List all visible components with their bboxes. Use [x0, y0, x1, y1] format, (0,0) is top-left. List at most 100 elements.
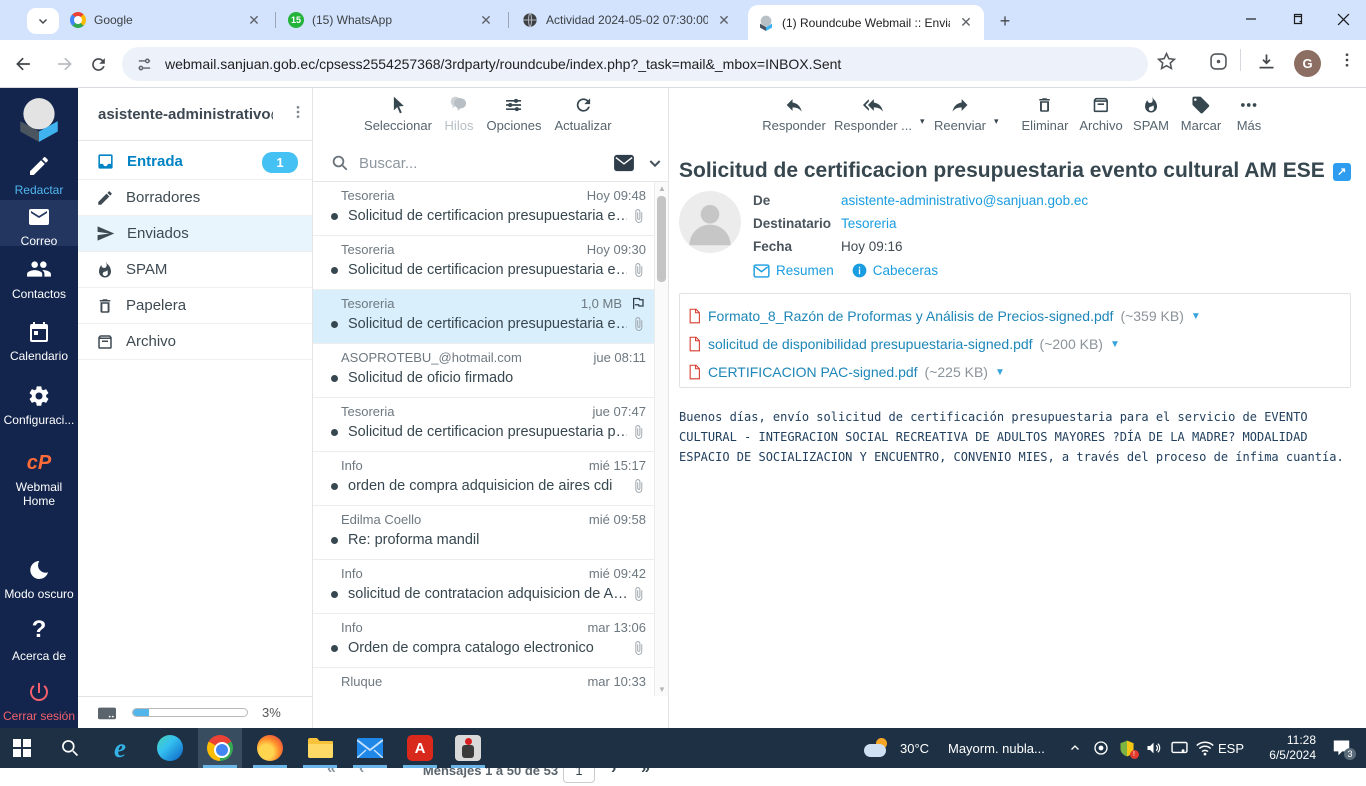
- scrollbar-thumb[interactable]: [657, 196, 666, 282]
- forward-button[interactable]: Reenviar: [934, 95, 986, 133]
- message-list-item[interactable]: Info mar 13:06 Orden de compra catalogo e…: [313, 614, 654, 668]
- reply-all-button[interactable]: Responder ...: [834, 95, 912, 133]
- message-list-item[interactable]: ASOPROTEBU_@hotmail.com jue 08:11 Solicit…: [313, 344, 654, 398]
- attachment-item[interactable]: Formato_8_Razón de Proformas y Análisis …: [688, 302, 1350, 330]
- browser-menu-kebab-icon[interactable]: [1338, 51, 1356, 69]
- message-list-item-selected[interactable]: Tesoreria 1,0 MB Solicitud de certificaci…: [313, 290, 654, 344]
- select-button[interactable]: Seleccionar: [364, 95, 432, 133]
- tray-record-icon[interactable]: [1088, 728, 1114, 768]
- search-input[interactable]: [359, 154, 589, 172]
- tab-actividad[interactable]: Actividad 2024-05-02 07:30:00 ✕: [512, 0, 742, 40]
- reply-button[interactable]: Responder: [762, 95, 826, 133]
- flag-icon[interactable]: [630, 296, 646, 311]
- folder-archivo[interactable]: Archivo: [78, 324, 312, 360]
- acrobat-icon[interactable]: A: [398, 728, 442, 768]
- mark-button[interactable]: Marcar: [1181, 95, 1221, 133]
- delete-button[interactable]: Eliminar: [1022, 95, 1068, 133]
- weather-description[interactable]: Mayorm. nubla...: [948, 728, 1045, 768]
- bookmark-star-icon[interactable]: [1156, 51, 1177, 72]
- message-list-item[interactable]: Tesoreria jue 07:47 Solicitud de certific…: [313, 398, 654, 452]
- attachment-item[interactable]: CERTIFICACION PAC-signed.pdf (~225 KB) ▼: [688, 358, 1350, 386]
- sidebar-item-correo[interactable]: Correo: [0, 205, 78, 248]
- close-icon[interactable]: ✕: [478, 12, 494, 28]
- account-menu-kebab-icon[interactable]: [290, 104, 306, 120]
- sidebar-item-cerrar-sesion[interactable]: Cerrar sesión: [0, 680, 78, 723]
- spam-button[interactable]: SPAM: [1133, 95, 1169, 133]
- tray-display-icon[interactable]: [1166, 728, 1192, 768]
- sidebar-item-configuracion[interactable]: Configuraci...: [0, 384, 78, 427]
- reload-icon[interactable]: [84, 50, 112, 78]
- list-mode-envelope-icon[interactable]: [613, 154, 635, 172]
- open-in-new-window-icon[interactable]: ↗: [1332, 162, 1351, 181]
- sidebar-item-modo-oscuro[interactable]: Modo oscuro: [0, 558, 78, 601]
- search-icon[interactable]: [331, 154, 349, 172]
- tray-wifi-icon[interactable]: [1192, 728, 1218, 768]
- tab-google[interactable]: Google ✕: [60, 0, 272, 40]
- forward-icon[interactable]: [50, 50, 78, 78]
- threads-button[interactable]: Hilos: [445, 95, 473, 133]
- options-button[interactable]: Opciones: [487, 95, 541, 133]
- refresh-button[interactable]: Actualizar: [554, 95, 612, 133]
- close-icon[interactable]: ✕: [716, 12, 732, 28]
- url-omnibox[interactable]: webmail.sanjuan.gob.ec/cpsess2554257368/…: [122, 47, 1148, 81]
- extensions-icon[interactable]: [1208, 51, 1229, 72]
- profile-avatar[interactable]: G: [1294, 50, 1321, 77]
- scroll-down-icon[interactable]: ▼: [658, 685, 666, 694]
- close-icon[interactable]: ✕: [246, 12, 262, 28]
- chevron-down-icon[interactable]: ▾: [994, 116, 999, 127]
- attachment-name[interactable]: Formato_8_Razón de Proformas y Análisis …: [708, 308, 1113, 324]
- folder-spam[interactable]: SPAM: [78, 252, 312, 288]
- mail-app-icon[interactable]: [348, 728, 392, 768]
- new-tab-button[interactable]: +: [993, 9, 1017, 33]
- tab-search-chevron[interactable]: [27, 8, 59, 34]
- sidebar-item-contactos[interactable]: Contactos: [0, 256, 78, 301]
- chevron-down-icon[interactable]: ▼: [995, 367, 1005, 378]
- message-list-item[interactable]: Tesoreria Hoy 09:30 Solicitud de certific…: [313, 236, 654, 290]
- file-explorer-icon[interactable]: [298, 728, 342, 768]
- message-list-item[interactable]: Info mié 15:17 orden de compra adquisicio…: [313, 452, 654, 506]
- more-button[interactable]: Más: [1237, 95, 1261, 133]
- start-button[interactable]: [0, 728, 44, 768]
- sidebar-item-calendario[interactable]: Calendario: [0, 320, 78, 363]
- tab-roundcube-active[interactable]: (1) Roundcube Webmail :: Envia ✕: [748, 5, 984, 40]
- tray-expand-chevron-icon[interactable]: [1062, 728, 1088, 768]
- scroll-up-icon[interactable]: ▲: [658, 184, 666, 193]
- clock[interactable]: 11:28 6/5/2024: [1242, 728, 1316, 768]
- weather-temperature[interactable]: 30°C: [900, 728, 929, 768]
- back-icon[interactable]: [10, 50, 38, 78]
- java-app-icon[interactable]: [446, 728, 490, 768]
- folder-papelera[interactable]: Papelera: [78, 288, 312, 324]
- attachment-name[interactable]: solicitud de disponibilidad presupuestar…: [708, 336, 1033, 352]
- chevron-down-icon[interactable]: ▼: [1191, 311, 1201, 322]
- attachment-name[interactable]: CERTIFICACION PAC-signed.pdf: [708, 364, 918, 380]
- edge-icon[interactable]: [148, 728, 192, 768]
- sidebar-item-webmail-home[interactable]: cP Webmail Home: [0, 452, 78, 508]
- site-settings-icon[interactable]: [136, 56, 153, 73]
- internet-explorer-icon[interactable]: e: [98, 728, 142, 768]
- message-list-item[interactable]: Info mié 09:42 solicitud de contratacion …: [313, 560, 654, 614]
- message-list-item[interactable]: Rluque mar 10:33: [313, 668, 654, 696]
- from-address-link[interactable]: asistente-administrativo@sanjuan.gob.ec: [841, 193, 1088, 208]
- folder-entrada[interactable]: Entrada 1: [78, 144, 312, 180]
- message-list-item[interactable]: Tesoreria Hoy 09:48 Solicitud de certific…: [313, 182, 654, 236]
- tray-volume-icon[interactable]: [1140, 728, 1166, 768]
- attachment-item[interactable]: solicitud de disponibilidad presupuestar…: [688, 330, 1350, 358]
- headers-link[interactable]: Cabeceras: [873, 263, 938, 278]
- tray-antivirus-shield-icon[interactable]: !: [1114, 728, 1140, 768]
- summary-link[interactable]: Resumen: [776, 263, 834, 278]
- chevron-down-icon[interactable]: ▾: [920, 116, 925, 127]
- folder-enviados[interactable]: Enviados: [78, 216, 312, 252]
- maximize-button[interactable]: [1274, 0, 1320, 38]
- archive-button[interactable]: Archivo: [1079, 95, 1123, 133]
- folder-borradores[interactable]: Borradores: [78, 180, 312, 216]
- sidebar-item-acerca-de[interactable]: ? Acerca de: [0, 616, 78, 663]
- action-center-icon[interactable]: 3: [1322, 728, 1362, 768]
- message-list-item[interactable]: Edilma Coello mié 09:58 Re: proforma mand…: [313, 506, 654, 560]
- tab-whatsapp[interactable]: 15 (15) WhatsApp ✕: [278, 0, 504, 40]
- to-link[interactable]: Tesoreria: [841, 216, 897, 231]
- list-scrollbar[interactable]: ▲ ▼: [654, 182, 668, 696]
- sidebar-item-redactar[interactable]: Redactar: [0, 154, 78, 197]
- weather-icon[interactable]: [860, 728, 896, 768]
- chevron-down-icon[interactable]: ▼: [1110, 339, 1120, 350]
- close-icon[interactable]: ✕: [958, 14, 974, 31]
